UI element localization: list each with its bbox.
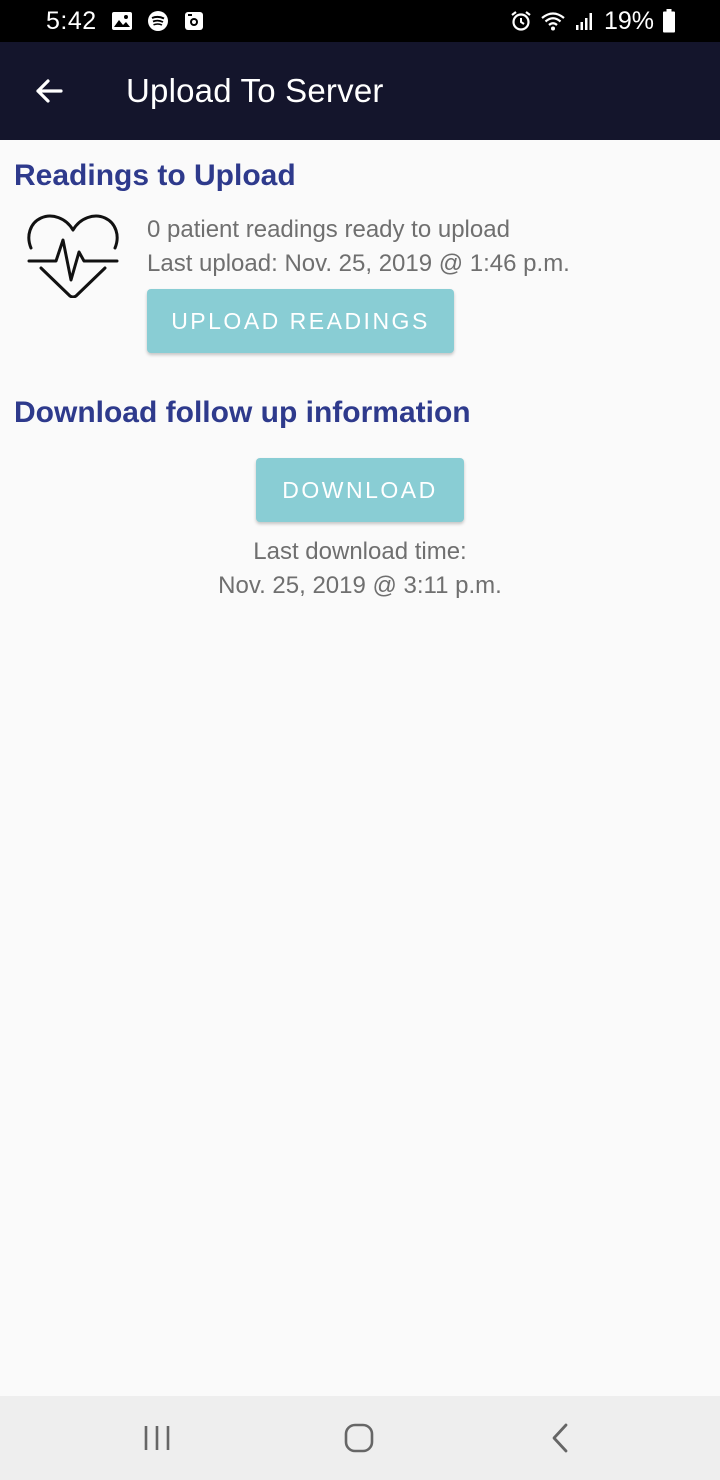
alarm-icon: [511, 11, 531, 31]
home-icon: [344, 1423, 374, 1453]
home-button[interactable]: [299, 1396, 419, 1480]
status-time: 5:42: [46, 6, 97, 35]
page-title: Upload To Server: [126, 72, 384, 109]
upload-readings-button[interactable]: UPLOAD READINGS: [147, 289, 454, 353]
last-download-time: Nov. 25, 2019 @ 3:11 p.m.: [218, 572, 502, 599]
signal-icon: [575, 13, 592, 30]
battery-icon: [663, 9, 675, 33]
arrow-left-icon: [36, 79, 63, 103]
app-bar: Upload To Server: [0, 42, 720, 140]
recent-apps-icon: [144, 1426, 170, 1450]
download-heading: Download follow up information: [14, 396, 471, 429]
ready-count-text: 0 patient readings ready to upload: [147, 216, 510, 243]
nav-back-button[interactable]: [500, 1396, 620, 1480]
heart-pulse-icon: [27, 214, 119, 298]
download-button[interactable]: DOWNLOAD: [256, 458, 464, 522]
back-button[interactable]: [0, 42, 98, 140]
last-upload-text: Last upload: Nov. 25, 2019 @ 1:46 p.m.: [147, 250, 570, 277]
gallery-icon: [111, 12, 132, 30]
back-icon: [552, 1423, 568, 1453]
status-right: 19%: [510, 7, 676, 36]
readings-heading: Readings to Upload: [14, 159, 296, 192]
battery-percent: 19%: [603, 6, 654, 35]
wifi-icon: [541, 12, 565, 31]
camera-app-icon: [184, 12, 203, 30]
last-download-label: Last download time:: [253, 538, 467, 565]
spotify-icon: [147, 11, 168, 31]
status-left: 5:42: [46, 7, 205, 36]
status-bar: 5:42 19%: [0, 0, 720, 42]
recent-apps-button[interactable]: [97, 1396, 217, 1480]
system-nav-bar: [0, 1396, 720, 1480]
